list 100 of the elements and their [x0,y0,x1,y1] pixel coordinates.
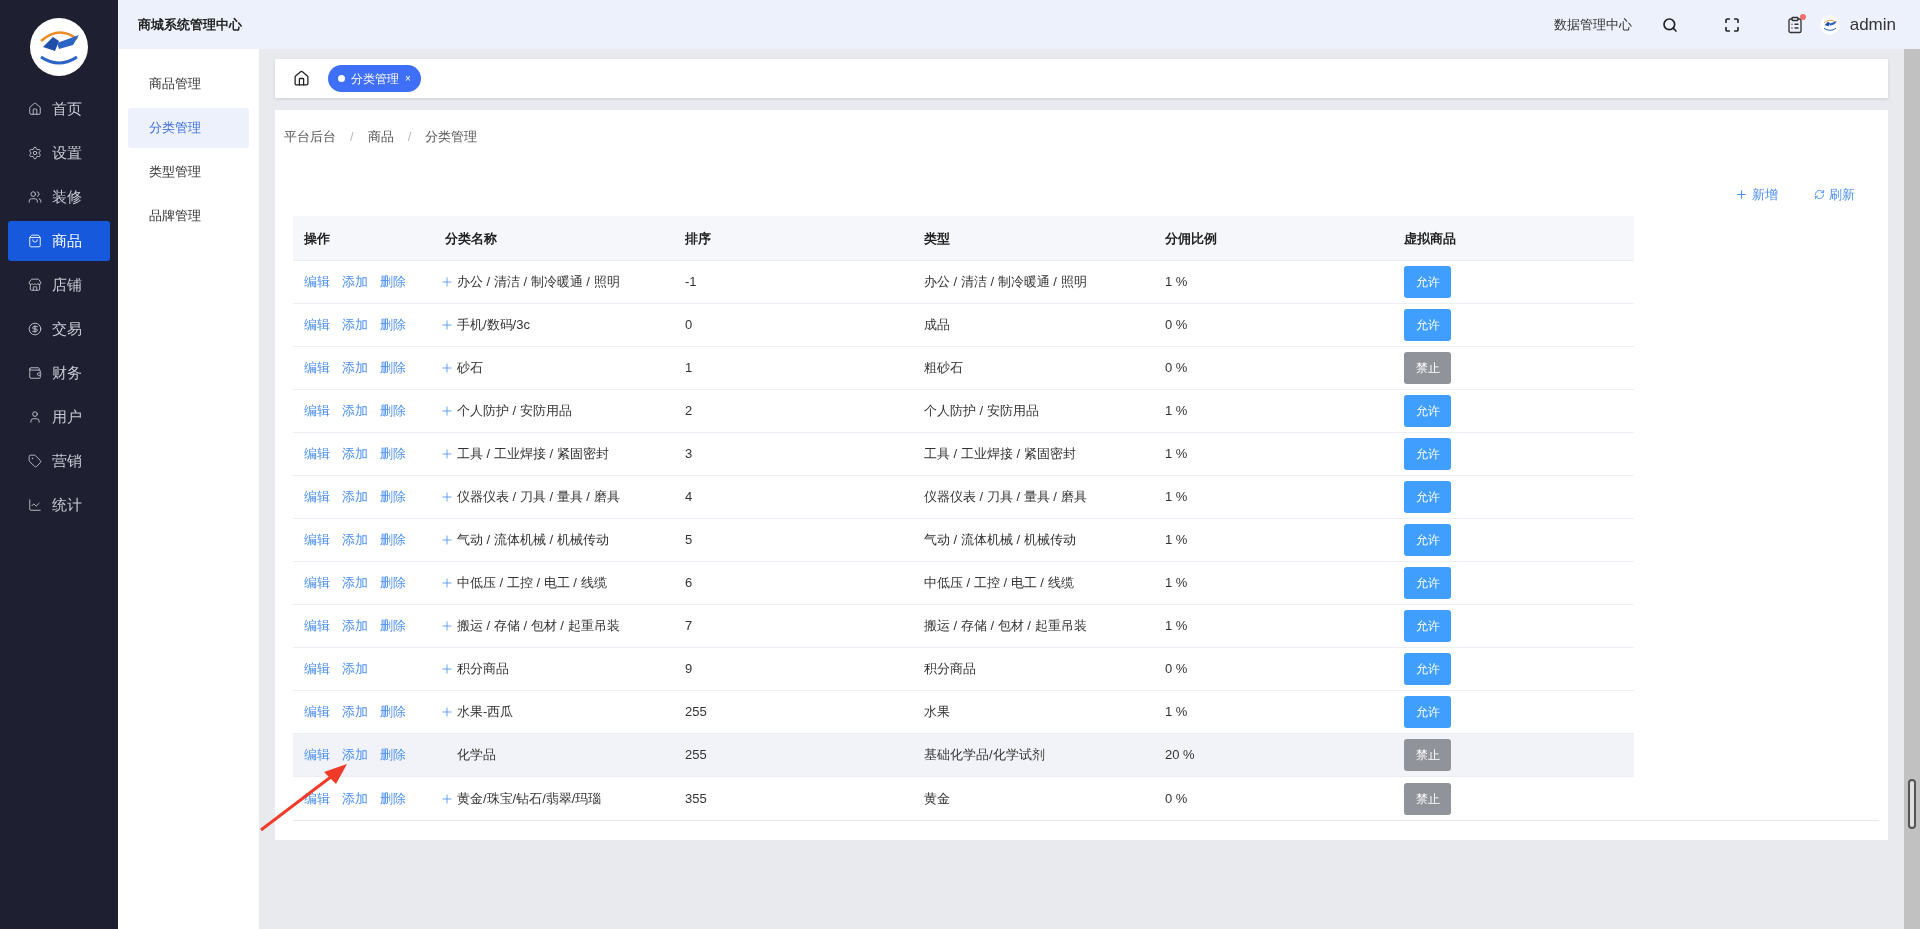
action-link[interactable]: 删除 [380,487,406,507]
action-link[interactable]: 编辑 [304,358,330,378]
table-cell: 1 % [1165,403,1188,419]
action-link[interactable]: 添加 [342,530,368,550]
expand-icon[interactable] [440,318,454,332]
action-link[interactable]: 编辑 [304,487,330,507]
nav-item[interactable]: 首页 [8,89,110,129]
breadcrumb-item[interactable]: 分类管理 [425,127,478,147]
page-tab[interactable]: 分类管理 × [328,65,421,92]
action-link[interactable]: 添加 [342,487,368,507]
nav-item[interactable]: 交易 [8,309,110,349]
virtual-goods-button[interactable]: 允许 [1404,524,1451,556]
action-link[interactable]: 删除 [380,315,406,335]
expand-icon[interactable] [440,791,454,806]
virtual-goods-button[interactable]: 允许 [1404,610,1451,642]
virtual-goods-button[interactable]: 允许 [1404,653,1451,685]
table-cell: 粗砂石 [924,360,963,376]
table-cell-text: 办公 / 清洁 / 制冷暖通 / 照明 [457,273,620,292]
nav-item[interactable]: 装修 [8,177,110,217]
expand-icon[interactable] [440,275,454,289]
virtual-goods-button[interactable]: 允许 [1404,395,1451,427]
username[interactable]: admin [1849,11,1896,38]
data-center-link[interactable]: 数据管理中心 [1553,14,1632,35]
table-cell: 中低压 / 工控 / 电工 / 线缆 [924,575,1074,591]
action-link[interactable]: 删除 [380,702,406,722]
action-link[interactable]: 编辑 [304,702,330,722]
submenu-item[interactable]: 分类管理 [128,108,249,148]
submenu-item[interactable]: 商品管理 [128,64,249,104]
expand-icon[interactable] [440,705,454,719]
action-link[interactable]: 添加 [342,659,368,679]
tab-close[interactable]: × [405,71,411,86]
table-cell: 4 [685,489,693,505]
action-link[interactable]: 添加 [342,616,368,636]
virtual-goods-button[interactable]: 允许 [1404,309,1451,341]
expand-icon[interactable] [440,576,454,590]
action-link[interactable]: 编辑 [304,745,330,765]
table-cell: 7 [685,618,693,634]
virtual-goods-button[interactable]: 禁止 [1404,739,1451,771]
submenu-item[interactable]: 类型管理 [128,152,249,192]
submenu-item[interactable]: 品牌管理 [128,196,249,236]
nav-item[interactable]: 店铺 [8,265,110,305]
action-link[interactable]: 删除 [380,272,406,292]
nav-item[interactable]: 设置 [8,133,110,173]
action-link[interactable]: 添加 [342,315,368,335]
action-link[interactable]: 编辑 [304,272,330,292]
action-link[interactable]: 删除 [380,444,406,464]
action-link[interactable]: 添加 [342,573,368,593]
nav-item[interactable]: 财务 [8,353,110,393]
nav-item[interactable]: 用户 [8,397,110,437]
action-link[interactable]: 删除 [380,358,406,378]
action-link[interactable]: 编辑 [304,401,330,421]
action-link[interactable]: 删除 [380,573,406,593]
action-link[interactable]: 添加 [342,358,368,378]
action-link[interactable]: 编辑 [304,659,330,679]
virtual-goods-button[interactable]: 允许 [1404,481,1451,513]
table-cell-text: 手机/数码/3c [457,316,530,335]
action-link[interactable]: 删除 [380,616,406,636]
expand-icon[interactable] [440,361,454,375]
expand-icon[interactable] [440,533,454,547]
table-cell-text: 搬运 / 存储 / 包材 / 起重吊装 [457,617,620,636]
nav-icon [28,366,42,380]
expand-icon[interactable] [440,490,454,504]
nav-item[interactable]: 商品 [8,221,110,261]
virtual-goods-button[interactable]: 禁止 [1404,352,1451,384]
action-link[interactable]: 删除 [380,745,406,765]
add-button[interactable]: 新增 [1735,184,1778,204]
action-link[interactable]: 删除 [380,788,406,809]
virtual-goods-button[interactable]: 允许 [1404,266,1451,298]
action-link[interactable]: 编辑 [304,530,330,550]
virtual-goods-button[interactable]: 允许 [1404,567,1451,599]
action-link[interactable]: 编辑 [304,315,330,335]
action-link[interactable]: 添加 [342,401,368,421]
virtual-goods-button[interactable]: 允许 [1404,696,1451,728]
action-link[interactable]: 删除 [380,530,406,550]
action-link[interactable]: 添加 [342,272,368,292]
home-icon[interactable] [293,70,310,87]
expand-icon[interactable] [440,662,454,676]
nav-item[interactable]: 营销 [8,441,110,481]
action-link[interactable]: 删除 [380,401,406,421]
action-link[interactable]: 添加 [342,444,368,464]
app-title: 商城系统管理中心 [138,15,242,34]
action-link[interactable]: 编辑 [304,444,330,464]
search-icon[interactable] [1661,16,1678,33]
fullscreen-icon[interactable] [1723,16,1740,33]
action-link[interactable]: 添加 [342,702,368,722]
virtual-goods-button[interactable]: 禁止 [1404,782,1451,815]
action-link[interactable]: 添加 [342,788,368,809]
breadcrumb-item[interactable]: 商品 [367,127,394,147]
expand-icon[interactable] [440,404,454,418]
action-link[interactable]: 添加 [342,745,368,765]
virtual-goods-button[interactable]: 允许 [1404,438,1451,470]
expand-icon[interactable] [440,619,454,633]
nav-item[interactable]: 统计 [8,485,110,525]
expand-icon[interactable] [440,447,454,461]
refresh-button[interactable]: 刷新 [1814,184,1855,204]
action-link[interactable]: 编辑 [304,573,330,593]
action-link[interactable]: 编辑 [304,616,330,636]
notes-icon[interactable] [1785,15,1804,34]
refresh-icon [1814,188,1825,200]
breadcrumb-item[interactable]: 平台后台 [284,127,336,147]
